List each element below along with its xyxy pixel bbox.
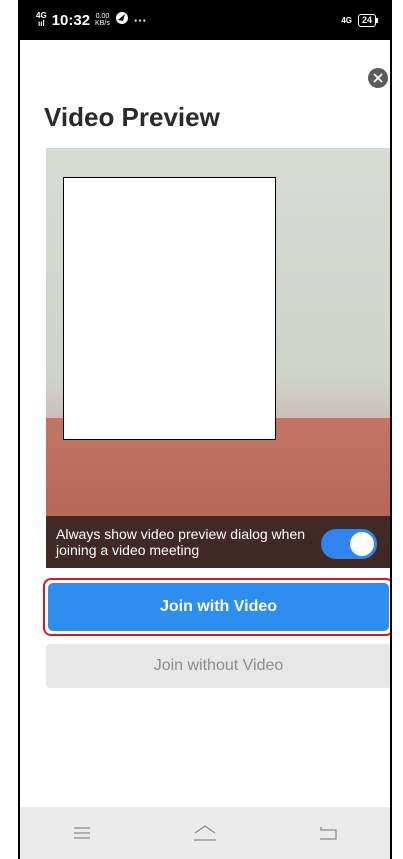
home-button[interactable] (185, 818, 225, 848)
join-without-video-button[interactable]: Join without Video (46, 644, 390, 688)
always-show-preview-toggle[interactable] (321, 529, 377, 559)
menu-button[interactable] (62, 818, 102, 848)
preview-toggle-label: Always show video preview dialog when jo… (56, 526, 306, 558)
right-network-type: 4G (341, 15, 352, 25)
join-with-video-button[interactable]: Join with Video (48, 583, 389, 631)
signal-bars: ııl (38, 19, 45, 28)
join-with-video-highlight: Join with Video (43, 578, 390, 636)
battery-level: 24 (361, 14, 372, 25)
system-nav-bar (20, 807, 390, 859)
network-speed: 0.00 KB/s (95, 13, 110, 27)
phone-screen: 4G ııl 10:32 0.00 KB/s ··· 4G 24 Video P… (18, 0, 392, 859)
status-bar: 4G ııl 10:32 0.00 KB/s ··· 4G 24 (20, 0, 390, 40)
home-icon (193, 825, 216, 841)
back-button[interactable] (308, 818, 348, 848)
status-right: 4G 24 (341, 13, 379, 27)
toggle-knob (350, 532, 374, 556)
signal-icon: 4G ııl (36, 12, 47, 28)
face-redaction-box (63, 177, 276, 440)
menu-icon (73, 827, 90, 839)
battery-icon: 24 (357, 13, 379, 27)
notification-app-icon (115, 11, 129, 29)
status-left: 4G ııl 10:32 0.00 KB/s ··· (36, 11, 147, 29)
more-notifications: ··· (133, 12, 147, 28)
preview-option-bar: Always show video preview dialog when jo… (46, 516, 390, 568)
page-title: Video Preview (44, 102, 220, 132)
speed-unit: KB/s (95, 20, 110, 27)
close-button[interactable] (368, 68, 388, 88)
status-time: 10:32 (51, 11, 91, 29)
camera-preview: Always show video preview dialog when jo… (46, 148, 390, 568)
back-icon (320, 827, 337, 840)
close-icon (373, 73, 383, 83)
speed-value: 0.00 (95, 13, 110, 20)
